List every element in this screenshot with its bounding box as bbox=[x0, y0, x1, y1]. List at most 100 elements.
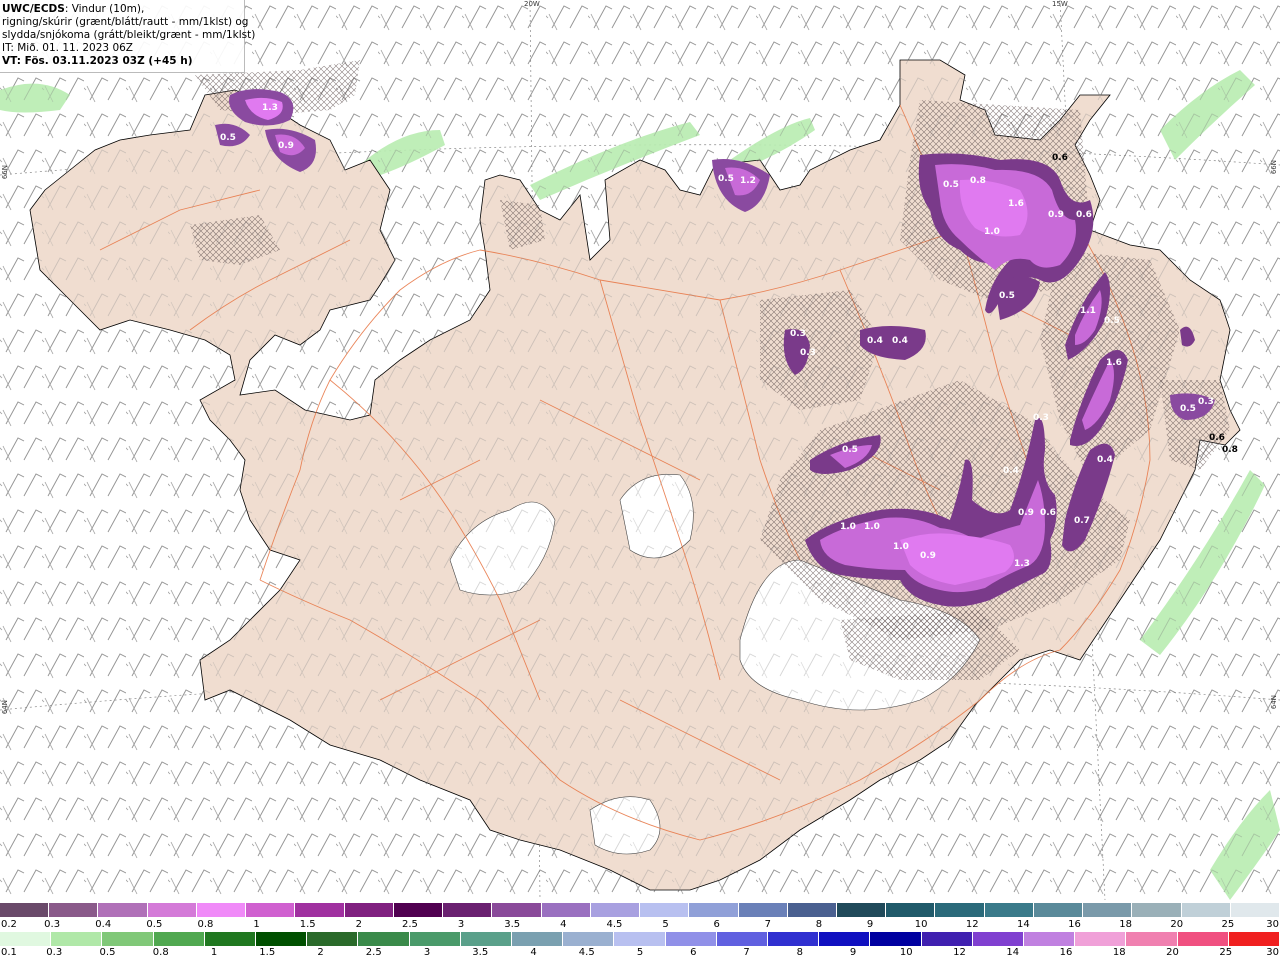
rain_scale-label: 25 bbox=[1219, 947, 1233, 958]
snow_scale-label: 7 bbox=[764, 919, 771, 930]
snow_scale-label: 14 bbox=[1017, 919, 1030, 930]
product-desc: : Vindur (10m), bbox=[64, 3, 145, 15]
snow_scale-swatch bbox=[1033, 903, 1084, 917]
rain_scale-label: 20 bbox=[1166, 947, 1179, 958]
snow_scale-label: 2 bbox=[355, 919, 363, 930]
snow-color-bar bbox=[0, 903, 1280, 917]
rain_scale-swatch bbox=[870, 932, 922, 946]
snow_scale-swatch bbox=[295, 903, 345, 917]
rain_scale-label: 1.5 bbox=[259, 947, 276, 958]
rain_scale-swatch bbox=[972, 932, 1025, 946]
svg-text:0.4: 0.4 bbox=[1003, 466, 1019, 476]
snow_scale-swatch bbox=[1083, 903, 1133, 917]
svg-text:0.6: 0.6 bbox=[1052, 153, 1068, 163]
snow-scale-labels: 0.2 0.3 0.4 0.5 0.8 1 1.5 2 2.5 3 3.5 4 4.5 5 6 7 8 9 10 12… bbox=[0, 919, 1280, 933]
snow_scale-label: 6 bbox=[713, 919, 720, 930]
rain_scale-label: 10 bbox=[899, 947, 913, 958]
lon-label-20w: 20W bbox=[524, 0, 540, 8]
lat-label-66n-left: 66N bbox=[1, 165, 9, 180]
rain_scale-swatch bbox=[256, 932, 308, 946]
rain_scale-swatch bbox=[204, 932, 257, 946]
svg-text:0.6: 0.6 bbox=[1076, 210, 1092, 220]
rain_scale-label: 2 bbox=[317, 947, 324, 958]
rain_scale-label: 0.1 bbox=[1, 947, 17, 958]
svg-text:1.0: 1.0 bbox=[893, 542, 909, 552]
snow_scale-swatch bbox=[393, 903, 444, 917]
svg-text:0.6: 0.6 bbox=[1209, 433, 1225, 443]
rain_scale-label: 8 bbox=[796, 947, 803, 958]
svg-text:0.9: 0.9 bbox=[1018, 508, 1034, 518]
rain_scale-swatch bbox=[1228, 932, 1280, 946]
rain_scale-swatch bbox=[102, 932, 154, 946]
rain_scale-swatch bbox=[614, 932, 666, 946]
snow_scale-swatch bbox=[541, 903, 591, 917]
issue-time: IT: Mið. 01. 11. 2023 06Z bbox=[2, 42, 133, 54]
svg-text:1.2: 1.2 bbox=[740, 176, 756, 186]
rain_scale-label: 18 bbox=[1112, 947, 1126, 958]
rain_scale-swatch bbox=[1177, 932, 1229, 946]
svg-text:0.9: 0.9 bbox=[278, 141, 294, 151]
rain_scale-swatch bbox=[1024, 932, 1076, 946]
snow_scale-swatch bbox=[492, 903, 542, 917]
snow_scale-swatch bbox=[935, 903, 985, 917]
rain_scale-label: 4.5 bbox=[578, 947, 595, 958]
svg-text:1.3: 1.3 bbox=[1014, 559, 1030, 569]
rain_scale-label: 3 bbox=[423, 947, 431, 958]
rain_scale-swatch bbox=[716, 932, 769, 946]
svg-text:1.0: 1.0 bbox=[840, 522, 856, 532]
rain_scale-swatch bbox=[0, 932, 52, 946]
snow_scale-swatch bbox=[147, 903, 197, 917]
svg-text:0.4: 0.4 bbox=[1097, 455, 1113, 465]
rain_scale-label: 0.8 bbox=[152, 947, 169, 958]
svg-text:0.5: 0.5 bbox=[1180, 404, 1196, 414]
rain_scale-label: 9 bbox=[849, 947, 857, 958]
svg-text:0.5: 0.5 bbox=[718, 174, 734, 184]
rain_scale-swatch bbox=[1126, 932, 1178, 946]
rain_scale-swatch bbox=[512, 932, 564, 946]
snow_scale-label: 0.2 bbox=[1, 919, 17, 930]
map-info-box: UWC/ECDS: Vindur (10m), rigning/skúrir (… bbox=[0, 0, 255, 73]
snow_scale-label: 3 bbox=[457, 919, 465, 930]
snow_scale-label: 5 bbox=[662, 919, 669, 930]
rain_scale-label: 4 bbox=[530, 947, 537, 958]
svg-text:0.6: 0.6 bbox=[1040, 508, 1056, 518]
rain_scale-swatch bbox=[460, 932, 513, 946]
rain_scale-label: 6 bbox=[690, 947, 697, 958]
svg-text:0.5: 0.5 bbox=[220, 133, 236, 143]
snow_scale-label: 25 bbox=[1221, 919, 1235, 930]
lat-label-64n-right: 64N bbox=[1270, 695, 1278, 710]
snow_scale-label: 30 bbox=[1266, 919, 1279, 930]
snow_scale-swatch bbox=[1132, 903, 1182, 917]
weather-map[interactable]: 1.3 0.5 0.9 0.5 1.2 0.6 0.5 0.8 1.6 1.0 … bbox=[0, 0, 1280, 900]
snow_scale-label: 20 bbox=[1170, 919, 1184, 930]
snow_scale-label: 0.3 bbox=[44, 919, 61, 930]
valid-time: VT: Fös. 03.11.2023 03Z (+45 h) bbox=[2, 55, 193, 67]
snow_scale-swatch bbox=[98, 903, 148, 917]
snow_scale-swatch bbox=[246, 903, 296, 917]
product-line: UWC/ECDS: Vindur (10m), bbox=[2, 3, 240, 16]
snow_scale-swatch bbox=[1181, 903, 1231, 917]
snow_scale-label: 0.8 bbox=[197, 919, 214, 930]
snow_scale-swatch bbox=[738, 903, 788, 917]
snow_scale-label: 8 bbox=[815, 919, 823, 930]
rain_scale-swatch bbox=[819, 932, 871, 946]
snow_scale-label: 12 bbox=[965, 919, 979, 930]
rain-scale-labels: 0.1 0.3 0.5 0.8 1 1.5 2 2.5 3 3.5 4 4.5 5 6 7 8 9 10 12 14 1… bbox=[0, 947, 1280, 961]
svg-text:0.4: 0.4 bbox=[867, 336, 883, 346]
lat-label-66n-right: 66N bbox=[1270, 160, 1278, 175]
snow_scale-swatch bbox=[787, 903, 837, 917]
snow_scale-swatch bbox=[49, 903, 99, 917]
rain_scale-swatch bbox=[665, 932, 717, 946]
svg-text:0.3: 0.3 bbox=[1033, 413, 1049, 423]
rain_scale-swatch bbox=[563, 932, 615, 946]
rain_scale-label: 2.5 bbox=[365, 947, 382, 958]
snow_scale-swatch bbox=[0, 903, 50, 917]
svg-text:1.6: 1.6 bbox=[1008, 199, 1024, 209]
svg-text:1.1: 1.1 bbox=[1080, 306, 1096, 316]
snow_scale-swatch bbox=[344, 903, 394, 917]
snow_scale-label: 1 bbox=[253, 919, 260, 930]
svg-text:1.6: 1.6 bbox=[1106, 358, 1122, 368]
snow_scale-label: 9 bbox=[866, 919, 874, 930]
snow_scale-swatch bbox=[886, 903, 936, 917]
rain_scale-swatch bbox=[153, 932, 205, 946]
